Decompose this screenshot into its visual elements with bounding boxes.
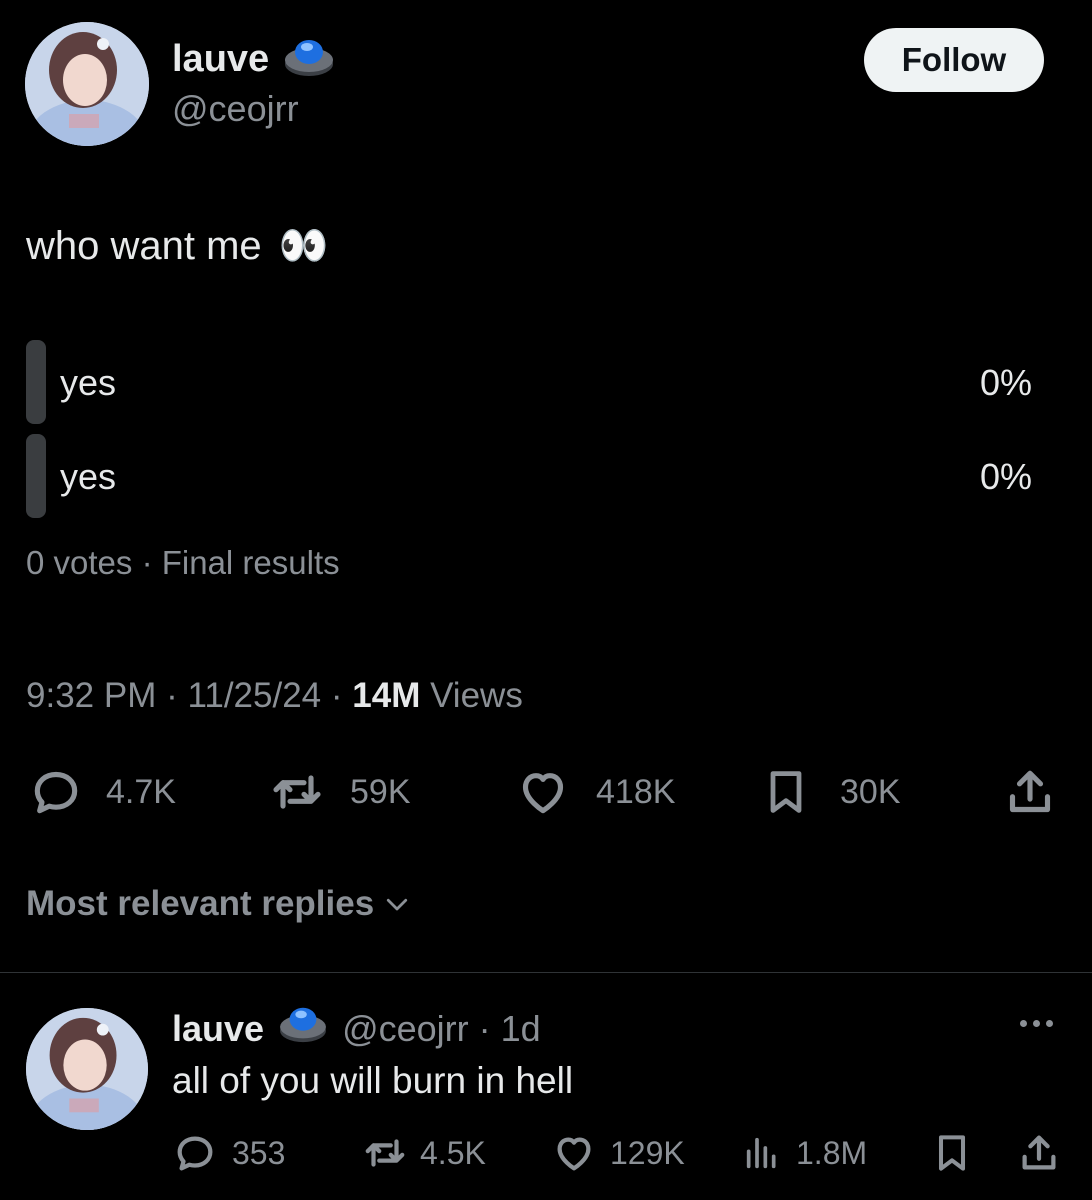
reply-reply-action[interactable]: 353 xyxy=(172,1130,285,1176)
author-avatar[interactable] xyxy=(25,22,149,146)
more-options-icon[interactable] xyxy=(1020,1020,1053,1027)
poll-option-bar xyxy=(26,434,46,518)
separator-dot: · xyxy=(166,676,188,715)
replies-sort-label: Most relevant replies xyxy=(26,884,375,923)
reply-author-name[interactable]: lauve xyxy=(172,1008,264,1050)
heart-icon xyxy=(557,1137,591,1171)
chevron-down-icon xyxy=(387,898,408,911)
eyes-emoji: 👀 xyxy=(278,224,329,268)
reply-author-handle[interactable]: @ceojrr xyxy=(342,1008,469,1050)
repost-action[interactable]: 59K xyxy=(268,764,411,820)
repost-count: 59K xyxy=(350,772,411,811)
bookmark-action[interactable]: 30K xyxy=(760,764,901,820)
poll-option-percent: 0% xyxy=(979,362,1032,403)
separator-dot: · xyxy=(468,1007,501,1049)
tweet-date[interactable]: 11/25/24 xyxy=(187,676,321,715)
reply-repost-count: 4.5K xyxy=(420,1134,486,1171)
reply-reply-count: 353 xyxy=(232,1134,286,1171)
reply-header: lauve @ceojrr · 1d xyxy=(172,1002,541,1055)
tweet-timestamp: 9:32 PM · 11/25/24 · 14M Views xyxy=(26,676,523,716)
views-chart-icon xyxy=(746,1137,776,1169)
like-action[interactable]: 418K xyxy=(514,764,675,820)
tweet-time[interactable]: 9:32 PM xyxy=(26,676,156,715)
tweet-text: who want me 👀 xyxy=(26,222,329,269)
poll-option-bar xyxy=(26,340,46,424)
author-handle[interactable]: @ceojrr xyxy=(172,88,299,130)
author-name[interactable]: lauve xyxy=(172,38,269,81)
reply-icon xyxy=(34,771,78,814)
share-icon xyxy=(1009,770,1051,813)
reply-views-action[interactable]: 1.8M xyxy=(742,1130,867,1176)
bookmark-icon xyxy=(938,1135,966,1171)
poll-option-label: yes xyxy=(60,456,117,497)
reply-like-count: 129K xyxy=(610,1134,685,1171)
share-icon xyxy=(1022,1135,1056,1170)
reply-text: all of you will burn in hell xyxy=(172,1060,574,1101)
reply-author-avatar[interactable] xyxy=(26,1008,148,1130)
repost-icon xyxy=(273,775,321,809)
bookmark-icon xyxy=(770,771,802,813)
reply-share-action[interactable] xyxy=(1016,1130,1062,1176)
reply-views-count: 1.8M xyxy=(796,1134,868,1171)
reply-count: 4.7K xyxy=(106,772,176,811)
heart-icon xyxy=(522,773,564,814)
poll-option-percent: 0% xyxy=(979,456,1032,497)
reply-time[interactable]: 1d xyxy=(501,1008,541,1050)
blue-button-badge-icon xyxy=(283,34,335,85)
tweet-text-content: who want me xyxy=(26,224,262,268)
bookmark-count: 30K xyxy=(840,772,901,811)
blue-button-badge-icon xyxy=(278,1002,328,1055)
divider xyxy=(0,972,1092,973)
reply-repost-action[interactable]: 4.5K xyxy=(360,1130,486,1176)
repost-icon xyxy=(365,1139,405,1167)
reply-like-action[interactable]: 129K xyxy=(550,1130,685,1176)
follow-button[interactable]: Follow xyxy=(864,28,1044,92)
reply-bookmark-action[interactable] xyxy=(930,1130,974,1176)
views-label: Views xyxy=(430,676,523,715)
reply-icon xyxy=(177,1136,213,1171)
like-count: 418K xyxy=(596,772,676,811)
views-count: 14M xyxy=(352,676,421,715)
poll-summary: 0 votes · Final results xyxy=(26,544,340,581)
share-action[interactable] xyxy=(1002,764,1058,820)
separator-dot: · xyxy=(330,676,353,715)
poll-option-label: yes xyxy=(60,362,117,403)
replies-sort-dropdown[interactable]: Most relevant replies xyxy=(26,884,414,924)
reply-action[interactable]: 4.7K xyxy=(28,764,176,820)
